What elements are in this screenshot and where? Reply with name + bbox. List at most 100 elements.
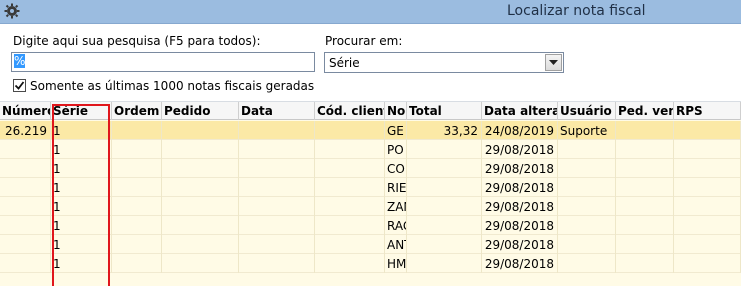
cell-numero: 26.219 [0,121,51,140]
search-input[interactable]: % [11,52,315,72]
results-grid: Número Série Ordem Pedido Data Cód. clie… [0,102,741,286]
cell-cod-cliente [315,216,385,235]
cell-usuario [558,216,616,235]
col-header-data[interactable]: Data [239,102,315,120]
cell-ordem [112,121,162,140]
cell-nome: HM [385,254,407,273]
cell-rps [674,178,741,197]
cell-cod-cliente [315,235,385,254]
cell-serie: 1 [51,178,112,197]
cell-rps [674,140,741,159]
table-row[interactable]: 1 RIE 29/08/2018 [0,178,741,197]
cell-pedido [162,235,239,254]
cell-ped-vend [616,121,674,140]
cell-cod-cliente [315,178,385,197]
table-row[interactable]: 26.219 1 GE 33,32 24/08/2019 Suporte [0,121,741,140]
cell-rps [674,235,741,254]
cell-ordem [112,159,162,178]
col-header-total[interactable]: Total [407,102,482,120]
search-panel: Digite aqui sua pesquisa (F5 para todos)… [0,24,741,102]
only-last-checkbox[interactable] [13,79,26,92]
cell-pedido [162,254,239,273]
cell-rps [674,254,741,273]
cell-ordem [112,178,162,197]
cell-usuario: Suporte [558,121,616,140]
cell-nome: RIE [385,178,407,197]
col-header-pedido[interactable]: Pedido [162,102,239,120]
cell-ordem [112,254,162,273]
search-input-value: % [14,54,26,68]
cell-data [239,178,315,197]
cell-data [239,235,315,254]
search-in-value: Série [329,56,360,70]
table-row[interactable]: 1 CO 29/08/2018 [0,159,741,178]
col-header-serie[interactable]: Série [51,102,112,120]
only-last-label: Somente as últimas 1000 notas fiscais ge… [30,79,315,93]
table-row[interactable]: 1 RAG 29/08/2018 [0,216,741,235]
col-header-cod-cliente[interactable]: Cód. cliente [315,102,385,120]
col-header-ped-vend[interactable]: Ped. vend [616,102,674,120]
cell-numero [0,159,51,178]
cell-ped-vend [616,178,674,197]
cell-data-alt: 29/08/2018 [482,254,558,273]
cell-ordem [112,140,162,159]
cell-usuario [558,140,616,159]
cell-serie: 1 [51,140,112,159]
cell-serie: 1 [51,235,112,254]
cell-nome: PO [385,140,407,159]
cell-serie: 1 [51,197,112,216]
cell-data-alt: 29/08/2018 [482,235,558,254]
col-header-ordem[interactable]: Ordem [112,102,162,120]
cell-total [407,140,482,159]
chevron-down-icon[interactable] [545,54,562,71]
cell-data-alt: 29/08/2018 [482,159,558,178]
cell-cod-cliente [315,159,385,178]
cell-nome: ZAN [385,197,407,216]
checkmark-icon [14,81,25,90]
cell-rps [674,159,741,178]
col-header-data-alterada[interactable]: Data alterad [482,102,558,120]
cell-serie: 1 [51,159,112,178]
col-header-rps[interactable]: RPS [674,102,741,120]
window-titlebar: Localizar nota fiscal [0,0,741,24]
cell-ped-vend [616,140,674,159]
cell-serie: 1 [51,254,112,273]
cell-total: 33,32 [407,121,482,140]
cell-nome: ANT [385,235,407,254]
grid-header: Número Série Ordem Pedido Data Cód. clie… [0,102,741,120]
cell-total [407,216,482,235]
cell-numero [0,254,51,273]
cell-numero [0,235,51,254]
cell-data-alt: 29/08/2018 [482,197,558,216]
table-row[interactable]: 1 ANT 29/08/2018 [0,235,741,254]
col-header-usuario[interactable]: Usuário [558,102,616,120]
cell-pedido [162,216,239,235]
table-row[interactable]: 1 PO 29/08/2018 [0,140,741,159]
cell-numero [0,140,51,159]
cell-total [407,197,482,216]
table-row[interactable]: 1 HM 29/08/2018 [0,254,741,273]
col-header-nome[interactable]: Nor [385,102,407,120]
cell-usuario [558,254,616,273]
cell-ped-vend [616,197,674,216]
cell-total [407,178,482,197]
cell-pedido [162,178,239,197]
search-in-select[interactable]: Série [324,52,564,73]
cell-cod-cliente [315,254,385,273]
cell-ped-vend [616,159,674,178]
cell-serie: 1 [51,121,112,140]
cell-total [407,159,482,178]
cell-numero [0,178,51,197]
search-label: Digite aqui sua pesquisa (F5 para todos)… [13,34,261,48]
cell-data-alt: 29/08/2018 [482,178,558,197]
cell-ped-vend [616,235,674,254]
col-header-numero[interactable]: Número [0,102,51,120]
cell-usuario [558,159,616,178]
table-row[interactable]: 1 ZAN 29/08/2018 [0,197,741,216]
gear-icon[interactable] [4,3,20,19]
cell-pedido [162,140,239,159]
cell-data [239,254,315,273]
cell-ordem [112,197,162,216]
cell-nome: CO [385,159,407,178]
search-in-label: Procurar em: [325,34,403,48]
